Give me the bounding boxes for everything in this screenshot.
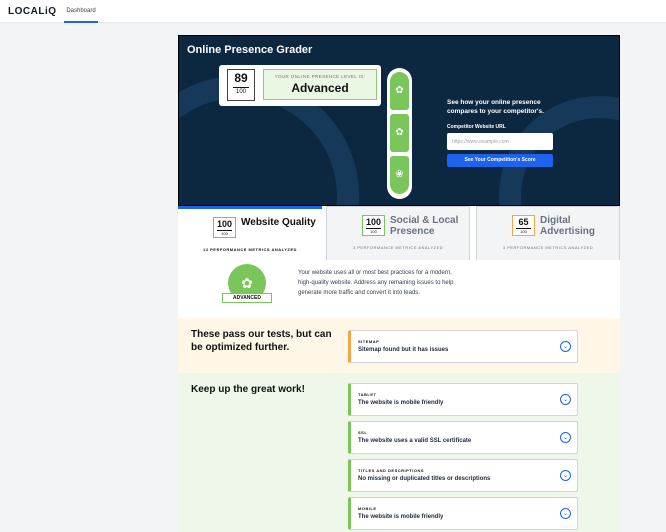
category-name: Digital Advertising <box>540 215 596 237</box>
chevron-down-icon[interactable]: ⌄ <box>560 508 571 519</box>
grader-report: Online Presence Grader 89 100 YOUR ONLIN… <box>178 35 620 532</box>
summary-text: Your website uses all or most best pract… <box>298 270 454 296</box>
category-score-value: 100 <box>365 217 382 227</box>
tab-social-local-presence[interactable]: 100 100 Social & Local Presence 3 PERFOR… <box>326 206 470 260</box>
result-description: The website is mobile friendly <box>358 514 444 520</box>
category-score-max: 100 <box>516 228 531 235</box>
level-meter: ✿ ✿ ❀ <box>387 68 412 199</box>
overall-score: 89 100 <box>227 69 255 101</box>
result-item-sitemap[interactable]: SITEMAP Sitemap found but it has issues … <box>348 330 578 363</box>
hero-panel: Online Presence Grader 89 100 YOUR ONLIN… <box>178 35 620 206</box>
category-score: 100 100 <box>362 215 385 236</box>
result-description: The website is mobile friendly <box>358 400 444 406</box>
sprout-icon: ✿ <box>390 72 409 110</box>
tab-website-quality[interactable]: 100 100 Website Quality 13 PERFORMANCE M… <box>178 206 322 260</box>
competitor-url-input[interactable] <box>447 133 553 150</box>
category-metrics: 13 PERFORMANCE METRICS ANALYZED <box>203 247 297 252</box>
result-label: TITLES AND DESCRIPTIONS <box>358 468 425 473</box>
result-description: Sitemap found but it has issues <box>358 347 449 353</box>
localiq-logo[interactable]: LOCALiQ <box>8 6 57 17</box>
category-score-max: 100 <box>366 228 381 235</box>
presence-level-value: Advanced <box>291 81 349 95</box>
result-label: TABLET <box>358 392 377 397</box>
section-title: Keep up the great work! <box>191 384 305 395</box>
level-badge: ADVANCED <box>222 293 272 303</box>
result-label: MOBILE <box>358 506 377 511</box>
category-name: Social & Local Presence <box>390 215 459 237</box>
chevron-down-icon[interactable]: ⌄ <box>560 432 571 443</box>
top-bar: LOCALiQ Dashboard <box>0 0 666 23</box>
optimize-section: These pass our tests, but can be optimiz… <box>178 318 620 373</box>
category-score: 65 100 <box>512 215 535 236</box>
chevron-down-icon[interactable]: ⌄ <box>560 470 571 481</box>
category-score: 100 100 <box>213 217 236 238</box>
result-item-tablet[interactable]: TABLET The website is mobile friendly ⌄ <box>348 383 578 416</box>
chevron-down-icon[interactable]: ⌄ <box>560 394 571 405</box>
category-score-value: 100 <box>216 219 233 229</box>
tab-dashboard[interactable]: Dashboard <box>64 0 98 23</box>
result-item-mobile[interactable]: MOBILE The website is mobile friendly ⌄ <box>348 497 578 530</box>
level-summary: ✿ ADVANCED Your website uses all or most… <box>178 260 620 318</box>
section-title: These pass our tests, but can be optimiz… <box>191 329 332 353</box>
category-score-max: 100 <box>217 230 232 237</box>
result-item-ssl[interactable]: SSL The website uses a valid SSL certifi… <box>348 421 578 454</box>
sprout-icon: ✿ <box>390 114 409 152</box>
tab-digital-advertising[interactable]: 65 100 Digital Advertising 3 PERFORMANCE… <box>476 206 620 260</box>
result-label: SITEMAP <box>358 339 380 344</box>
category-metrics: 3 PERFORMANCE METRICS ANALYZED <box>352 245 444 250</box>
result-label: SSL <box>358 430 368 435</box>
score-max: 100 <box>233 87 249 97</box>
result-item-titles-descriptions[interactable]: TITLES AND DESCRIPTIONS No missing or du… <box>348 459 578 492</box>
category-score-value: 65 <box>518 217 529 227</box>
result-description: No missing or duplicated titles or descr… <box>358 476 491 482</box>
sprout-icon: ❀ <box>390 156 409 194</box>
score-value: 89 <box>234 71 248 85</box>
passing-section: Keep up the great work! TABLET The websi… <box>178 373 620 532</box>
page-title: Online Presence Grader <box>187 44 313 56</box>
result-description: The website uses a valid SSL certificate <box>358 438 472 444</box>
presence-level: YOUR ONLINE PRESENCE LEVEL IS: Advanced <box>263 69 377 100</box>
overall-score-card: 89 100 YOUR ONLINE PRESENCE LEVEL IS: Ad… <box>219 65 381 106</box>
compete-heading: See how your online presence compares to… <box>447 99 544 115</box>
competitor-url-label: Competitor Website URL <box>447 124 506 130</box>
presence-level-label: YOUR ONLINE PRESENCE LEVEL IS: <box>274 74 366 79</box>
see-competition-score-button[interactable]: See Your Competition's Score <box>447 154 553 167</box>
chevron-down-icon[interactable]: ⌄ <box>560 341 571 352</box>
category-metrics: 3 PERFORMANCE METRICS ANALYZED <box>502 245 594 250</box>
category-name: Website Quality <box>241 217 316 228</box>
